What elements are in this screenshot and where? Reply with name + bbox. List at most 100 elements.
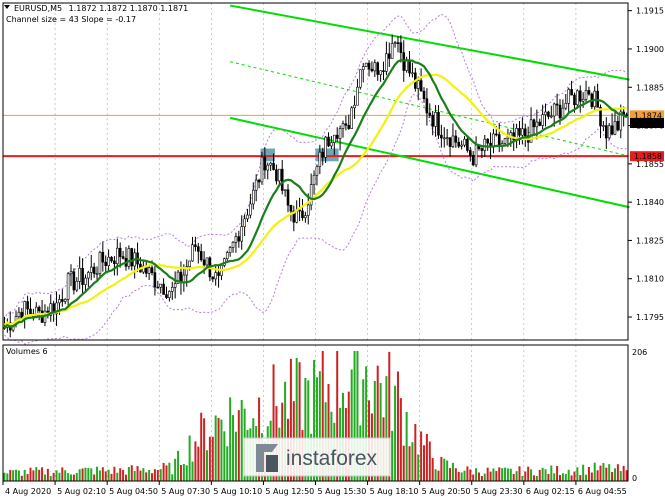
candle-body bbox=[321, 151, 325, 158]
candle bbox=[466, 137, 469, 153]
candle bbox=[364, 62, 368, 67]
candle-body bbox=[301, 210, 304, 219]
candle-body bbox=[587, 90, 591, 95]
candle-body bbox=[205, 257, 209, 266]
candle-body bbox=[304, 215, 307, 219]
candle-body bbox=[532, 119, 536, 128]
candle-body bbox=[263, 156, 267, 171]
candle-body bbox=[370, 68, 374, 72]
candle-body bbox=[98, 251, 102, 274]
candle-body bbox=[486, 138, 489, 144]
candle-body bbox=[584, 90, 588, 100]
instaforex-watermark: instaforex bbox=[243, 437, 391, 477]
price-tick-label: 1.1915 bbox=[636, 7, 664, 16]
price-marker: 1.1858 bbox=[630, 151, 664, 162]
candle-body bbox=[330, 142, 333, 147]
candle-body bbox=[333, 134, 336, 143]
candle-body bbox=[280, 168, 284, 191]
candle-body bbox=[558, 104, 562, 119]
candle-body bbox=[535, 121, 539, 128]
candle-body bbox=[523, 128, 527, 137]
time-tick-label: 5 Aug 12:50 bbox=[265, 487, 314, 496]
candle-body bbox=[72, 271, 76, 291]
candle-body bbox=[425, 98, 429, 114]
candle-body bbox=[393, 42, 397, 44]
time-tick-label: 5 Aug 15:30 bbox=[318, 487, 367, 496]
candle-body bbox=[361, 66, 365, 70]
candle-body bbox=[518, 128, 521, 136]
time-tick-label: 5 Aug 02:10 bbox=[57, 487, 106, 496]
candle-body bbox=[156, 286, 160, 289]
candle-body bbox=[69, 271, 73, 275]
price-marker-label: 1.1858 bbox=[634, 152, 662, 161]
candle-body bbox=[495, 133, 498, 136]
candle-body bbox=[104, 261, 108, 267]
time-tick-label: 5 Aug 18:10 bbox=[370, 487, 419, 496]
time-tick-label: 5 Aug 10:10 bbox=[213, 487, 262, 496]
candle-body bbox=[379, 70, 382, 75]
chart-symbol-header: EURUSD,M5 1.1872 1.1872 1.1870 1.1871 bbox=[14, 4, 188, 13]
candle-body bbox=[75, 280, 79, 291]
candle-body bbox=[356, 86, 359, 106]
price-chart: 1.19151.19001.18851.18701.18551.18401.18… bbox=[0, 0, 665, 499]
candle-body bbox=[257, 179, 261, 183]
candle-body bbox=[483, 138, 487, 151]
candle-body bbox=[564, 103, 568, 109]
candle-body bbox=[110, 256, 113, 262]
candle bbox=[350, 106, 353, 129]
candle-body bbox=[266, 164, 270, 171]
candle-body bbox=[115, 247, 119, 265]
candle-body bbox=[260, 156, 264, 183]
price-tick-label: 1.1885 bbox=[636, 83, 664, 92]
candle-body bbox=[364, 62, 368, 67]
candle-body bbox=[350, 107, 353, 129]
candle-body bbox=[604, 125, 608, 139]
time-tick-label: 5 Aug 20:50 bbox=[422, 487, 471, 496]
candle-body bbox=[338, 128, 342, 139]
candle-body bbox=[283, 189, 287, 192]
candle-body bbox=[396, 42, 400, 44]
candle-body bbox=[613, 121, 617, 135]
candle-body bbox=[306, 204, 310, 216]
candle-body bbox=[492, 133, 495, 148]
candle-body bbox=[214, 272, 217, 280]
price-tick-label: 1.1795 bbox=[636, 313, 664, 322]
candle-body bbox=[101, 251, 105, 263]
candle-body bbox=[581, 98, 585, 102]
candle-body bbox=[578, 90, 582, 102]
candle-body bbox=[437, 112, 440, 136]
time-tick-label: 5 Aug 23:30 bbox=[474, 487, 523, 496]
candle-body bbox=[434, 112, 437, 127]
candle-body bbox=[460, 144, 463, 147]
candle-body bbox=[469, 150, 472, 156]
candle-body bbox=[159, 283, 162, 288]
candle-body bbox=[240, 226, 244, 242]
candle-body bbox=[278, 168, 281, 182]
candle-body bbox=[275, 169, 278, 182]
candle-body bbox=[480, 148, 484, 151]
candle-body bbox=[84, 277, 87, 285]
candle-body bbox=[541, 114, 544, 126]
candle-body bbox=[555, 103, 559, 106]
candle-body bbox=[422, 90, 426, 100]
candle-body bbox=[147, 267, 151, 274]
candle-body bbox=[153, 272, 157, 288]
candle-body bbox=[17, 311, 21, 317]
candle-body bbox=[78, 267, 81, 282]
candle-body bbox=[118, 247, 122, 257]
price-marker: 1.1871 bbox=[630, 117, 664, 128]
candle-body bbox=[168, 291, 171, 298]
candle-body bbox=[87, 272, 90, 279]
candle-body bbox=[408, 59, 411, 74]
candle-body bbox=[234, 236, 238, 243]
candle-body bbox=[463, 138, 466, 146]
candle-body bbox=[228, 247, 232, 253]
candle-body bbox=[552, 103, 556, 117]
candle-body bbox=[225, 252, 229, 260]
candle-body bbox=[199, 251, 203, 261]
candle-body bbox=[318, 151, 322, 167]
candle-body bbox=[382, 70, 385, 73]
price-tick-label: 1.1840 bbox=[636, 198, 664, 207]
candle-body bbox=[61, 299, 64, 302]
candle-body bbox=[211, 276, 215, 280]
